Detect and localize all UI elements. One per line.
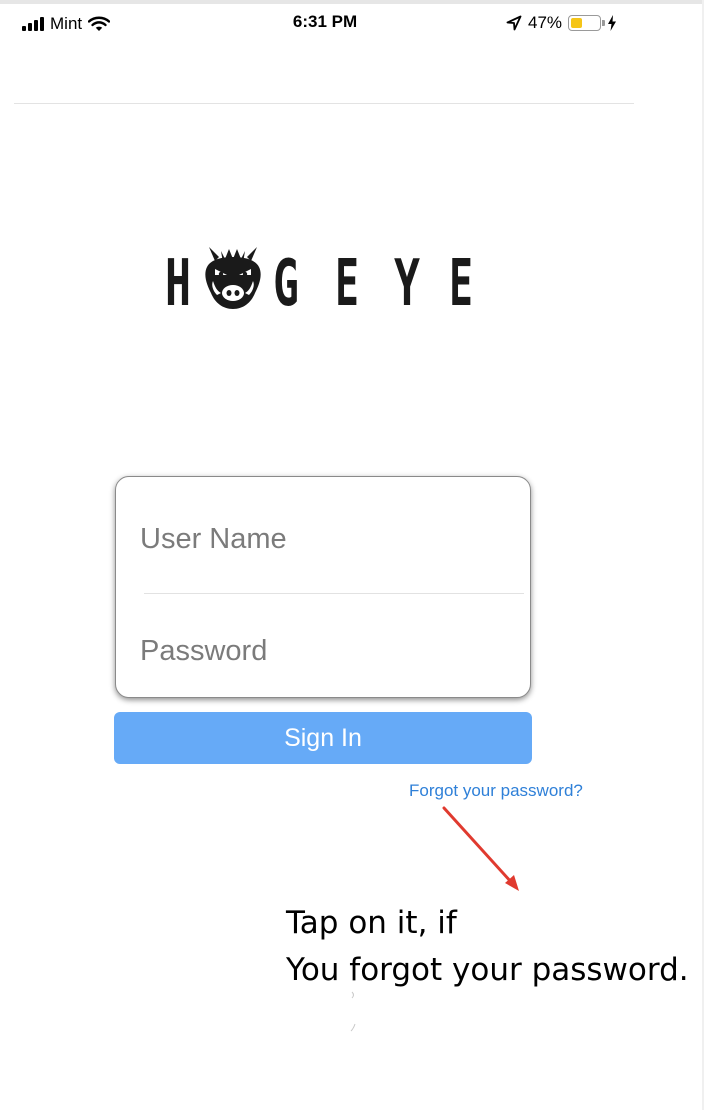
- battery-percent: 47%: [528, 13, 563, 32]
- status-right: 47%: [506, 12, 617, 34]
- field-divider: [144, 593, 524, 594]
- annotation-line-1: Tap on it, if: [286, 905, 457, 941]
- battery-icon: [568, 15, 606, 31]
- password-field[interactable]: [140, 621, 522, 681]
- logo-letter-e2: E: [449, 247, 473, 311]
- hogeye-logo: H G E Y E: [165, 245, 475, 321]
- status-bar: Mint 6:31 PM 47%: [0, 0, 650, 48]
- sign-in-button[interactable]: Sign In: [114, 712, 532, 764]
- annotation-line-2: You forgot your password.: [286, 952, 689, 988]
- battery-level-fill: [571, 18, 582, 28]
- charging-bolt-icon: [608, 15, 617, 31]
- annotation-arrow-icon: [442, 806, 519, 891]
- logo-letter-g: G: [273, 247, 299, 311]
- annotation-text: Tap on it, if You forgot your password.: [286, 900, 689, 994]
- login-card: [115, 476, 531, 698]
- logo-letter-e: E: [335, 247, 359, 311]
- logo-graphic: H G E Y E: [165, 247, 473, 321]
- boar-head-icon: [205, 247, 261, 309]
- nav-divider: [14, 103, 634, 104]
- battery-nub: [602, 20, 606, 26]
- logo-letter-y: Y: [394, 247, 420, 311]
- location-arrow-icon: [506, 15, 522, 31]
- username-field[interactable]: [140, 509, 522, 569]
- logo-letter-h: H: [165, 247, 191, 311]
- stray-mark: [350, 991, 356, 1032]
- forgot-password-link[interactable]: Forgot your password?: [409, 781, 583, 801]
